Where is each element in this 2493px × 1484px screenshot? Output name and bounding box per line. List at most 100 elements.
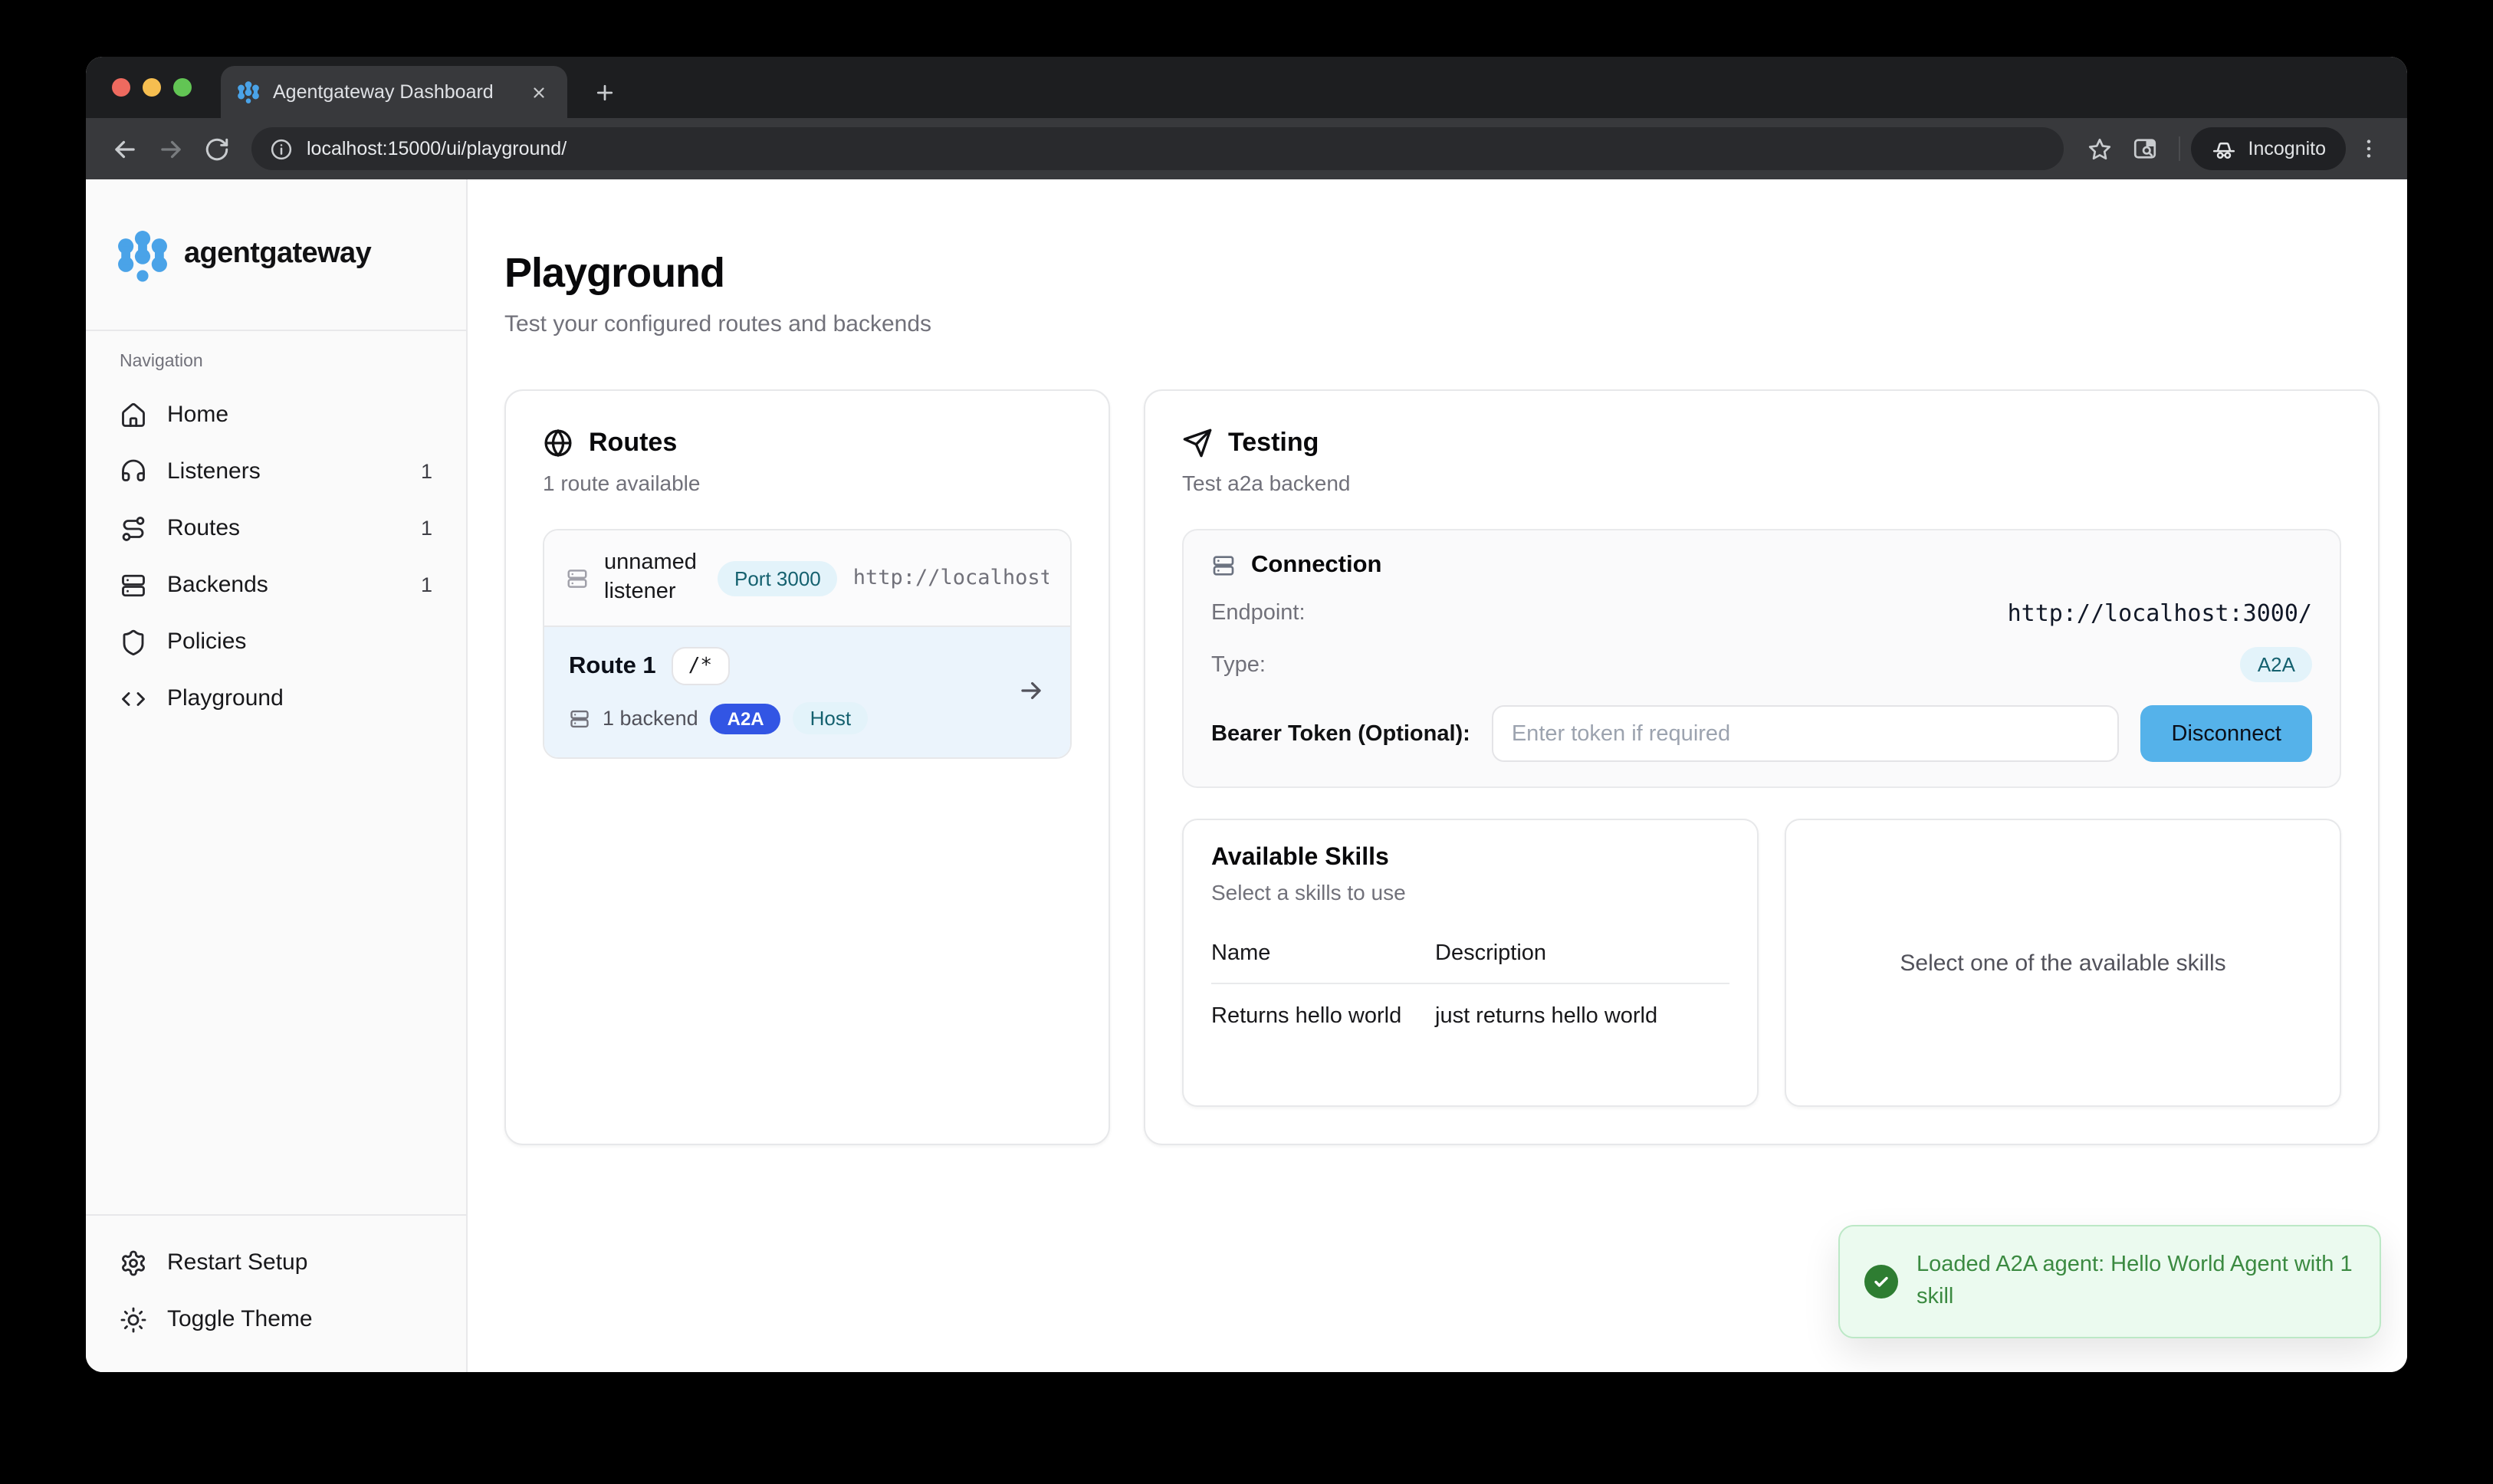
back-icon[interactable]: [101, 126, 147, 172]
connection-panel: Connection Endpoint: http://localhost:30…: [1182, 529, 2341, 788]
app-content: agentgateway Navigation Home: [86, 179, 2407, 1372]
skill-empty-text: Select one of the available skills: [1900, 950, 2225, 976]
success-check-icon: [1864, 1265, 1898, 1298]
toggle-theme-label: Toggle Theme: [167, 1306, 432, 1332]
route-backend-count: 1 backend: [603, 707, 698, 730]
brand[interactable]: agentgateway: [86, 179, 466, 331]
page-subtitle: Test your configured routes and backends: [504, 311, 2380, 337]
sidebar-item-label: Listeners: [167, 458, 401, 484]
sidebar-item-home[interactable]: Home: [86, 386, 466, 443]
sidebar-item-count: 1: [421, 460, 432, 483]
site-info-icon[interactable]: [270, 137, 293, 160]
endpoint-value: http://localhost:3000/: [2008, 599, 2312, 627]
skills-table: Name Description Returns hello world jus…: [1211, 941, 1729, 1029]
sidebar-nav: Navigation Home Listeners 1: [86, 331, 466, 1214]
close-window-button[interactable]: [112, 78, 130, 97]
browser-tab[interactable]: Agentgateway Dashboard: [221, 66, 567, 118]
server-icon: [566, 566, 589, 589]
type-badge: A2A: [2241, 647, 2312, 682]
incognito-icon: [2212, 136, 2238, 162]
toast-message: Loaded A2A agent: Hello World Agent with…: [1917, 1249, 2355, 1314]
agentgateway-logo-icon: [117, 226, 169, 283]
sun-icon: [120, 1305, 147, 1333]
sidebar-item-label: Backends: [167, 572, 401, 598]
address-bar[interactable]: localhost:15000/ui/playground/: [251, 127, 2064, 170]
incognito-label: Incognito: [2248, 138, 2326, 159]
tab-favicon-icon: [236, 80, 261, 104]
disconnect-button[interactable]: Disconnect: [2141, 705, 2312, 762]
bearer-token-input[interactable]: [1492, 705, 2120, 762]
toast-notification[interactable]: Loaded A2A agent: Hello World Agent with…: [1838, 1225, 2381, 1338]
table-row[interactable]: Returns hello world just returns hello w…: [1211, 1004, 1729, 1029]
gear-icon: [120, 1249, 147, 1276]
skill-description-cell: just returns hello world: [1435, 1004, 1729, 1029]
available-skills-card: Available Skills Select a skills to use …: [1182, 819, 1759, 1107]
arrow-right-icon[interactable]: [1017, 676, 1046, 705]
restart-setup-button[interactable]: Restart Setup: [86, 1234, 466, 1291]
sidebar-item-playground[interactable]: Playground: [86, 670, 466, 727]
sidebar-item-listeners[interactable]: Listeners 1: [86, 443, 466, 500]
testing-card-title: Testing: [1228, 428, 1319, 458]
type-label: Type:: [1211, 652, 1266, 677]
home-icon: [120, 401, 147, 428]
skills-title: Available Skills: [1211, 845, 1729, 872]
screenshot-root: Agentgateway Dashboard: [0, 0, 2493, 1484]
route-path-badge: /*: [672, 647, 729, 685]
main-content: Playground Test your configured routes a…: [468, 179, 2407, 1372]
incognito-badge: Incognito: [2192, 127, 2346, 170]
sidebar-footer: Restart Setup Toggle Theme: [86, 1214, 466, 1372]
toolbar-divider: [2179, 136, 2181, 161]
table-divider: [1211, 983, 1729, 984]
sidebar-item-routes[interactable]: Routes 1: [86, 500, 466, 556]
search-tabs-icon[interactable]: [2123, 126, 2169, 172]
route-icon: [120, 514, 147, 542]
minimize-window-button[interactable]: [143, 78, 161, 97]
routes-card-subtitle: 1 route available: [543, 471, 1072, 495]
brand-name: agentgateway: [184, 238, 371, 271]
connection-title: Connection: [1251, 552, 1382, 579]
sidebar-item-backends[interactable]: Backends 1: [86, 556, 466, 613]
headphones-icon: [120, 458, 147, 485]
globe-icon: [543, 428, 573, 458]
testing-card: Testing Test a2a backend Connection: [1144, 389, 2380, 1145]
new-tab-button[interactable]: [583, 71, 626, 113]
sidebar-item-count: 1: [421, 517, 432, 540]
restart-setup-label: Restart Setup: [167, 1249, 432, 1276]
reload-icon[interactable]: [193, 126, 239, 172]
toggle-theme-button[interactable]: Toggle Theme: [86, 1291, 466, 1348]
bearer-token-label: Bearer Token (Optional):: [1211, 721, 1470, 746]
testing-card-subtitle: Test a2a backend: [1182, 471, 2341, 495]
send-icon: [1182, 428, 1213, 458]
sidebar-item-label: Home: [167, 402, 412, 428]
tab-title: Agentgateway Dashboard: [273, 81, 512, 103]
listener-name: unnamed listener: [604, 549, 702, 606]
bookmark-star-icon[interactable]: [2077, 126, 2123, 172]
sidebar-item-label: Playground: [167, 685, 412, 711]
routes-card-title: Routes: [589, 428, 677, 458]
sidebar-item-policies[interactable]: Policies: [86, 613, 466, 670]
nav-section-label: Navigation: [86, 353, 466, 371]
browser-toolbar: localhost:15000/ui/playground/ Incognito: [86, 118, 2407, 179]
server-icon: [1211, 553, 1236, 578]
window-controls: [112, 78, 192, 97]
browser-window: Agentgateway Dashboard: [86, 57, 2407, 1372]
route-list: unnamed listener Port 3000 http://localh…: [543, 529, 1072, 759]
routes-card: Routes 1 route available unnamed listene…: [504, 389, 1110, 1145]
shield-icon: [120, 628, 147, 655]
skill-name-cell: Returns hello world: [1211, 1004, 1435, 1029]
route-item[interactable]: Route 1 /* 1 backend A2A: [544, 625, 1070, 757]
menu-dots-icon[interactable]: [2346, 126, 2392, 172]
forward-icon[interactable]: [147, 126, 193, 172]
page-title: Playground: [504, 250, 2380, 297]
maximize-window-button[interactable]: [173, 78, 192, 97]
listener-item[interactable]: unnamed listener Port 3000 http://localh…: [544, 530, 1070, 625]
skills-subtitle: Select a skills to use: [1211, 880, 1729, 905]
url-text: localhost:15000/ui/playground/: [307, 138, 567, 159]
sidebar-item-count: 1: [421, 573, 432, 596]
tab-close-icon[interactable]: [524, 78, 552, 106]
server-icon: [120, 571, 147, 599]
listener-url: http://localhost:3000/: [853, 566, 1049, 590]
skill-detail-panel: Select one of the available skills: [1785, 819, 2341, 1107]
sidebar-item-label: Policies: [167, 629, 412, 655]
port-badge: Port 3000: [718, 560, 838, 596]
